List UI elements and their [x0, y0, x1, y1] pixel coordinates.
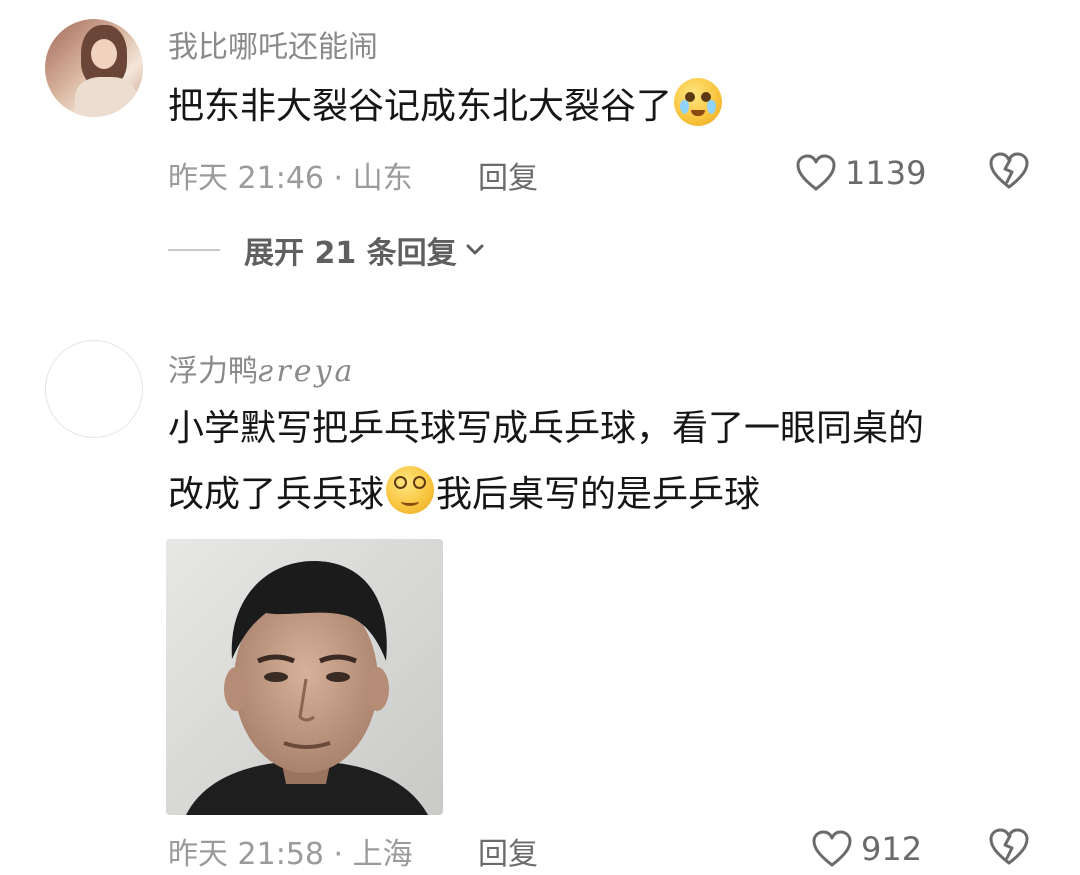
- timestamp-location: 昨天 21:58 · 上海: [168, 837, 413, 872]
- dislike-button[interactable]: [988, 827, 1030, 875]
- comment-text: 小学默写把乒乓球写成乓乒球，看了一眼同桌的 改成了兵兵球 我后桌写的是乒乒球: [168, 408, 925, 515]
- comment-item: 浮力鸭ƨreya 小学默写把乒乓球写成乓乒球，看了一眼同桌的 改成了兵兵球 我后桌…: [0, 0, 1080, 872]
- like-count: 912: [861, 830, 923, 868]
- broken-heart-icon: [989, 828, 1029, 865]
- comment-meta: 昨天 21:58 · 上海 回复 912: [168, 827, 1048, 875]
- meme-man-photo: [166, 539, 443, 815]
- heart-icon: [812, 830, 852, 867]
- like-button[interactable]: 912: [811, 827, 922, 871]
- reply-button[interactable]: 回复: [478, 829, 538, 873]
- avatar[interactable]: [45, 340, 143, 438]
- username[interactable]: 浮力鸭ƨreya: [168, 346, 355, 390]
- attached-image[interactable]: [166, 539, 443, 815]
- dizzy-face-emoji-icon: [386, 466, 435, 514]
